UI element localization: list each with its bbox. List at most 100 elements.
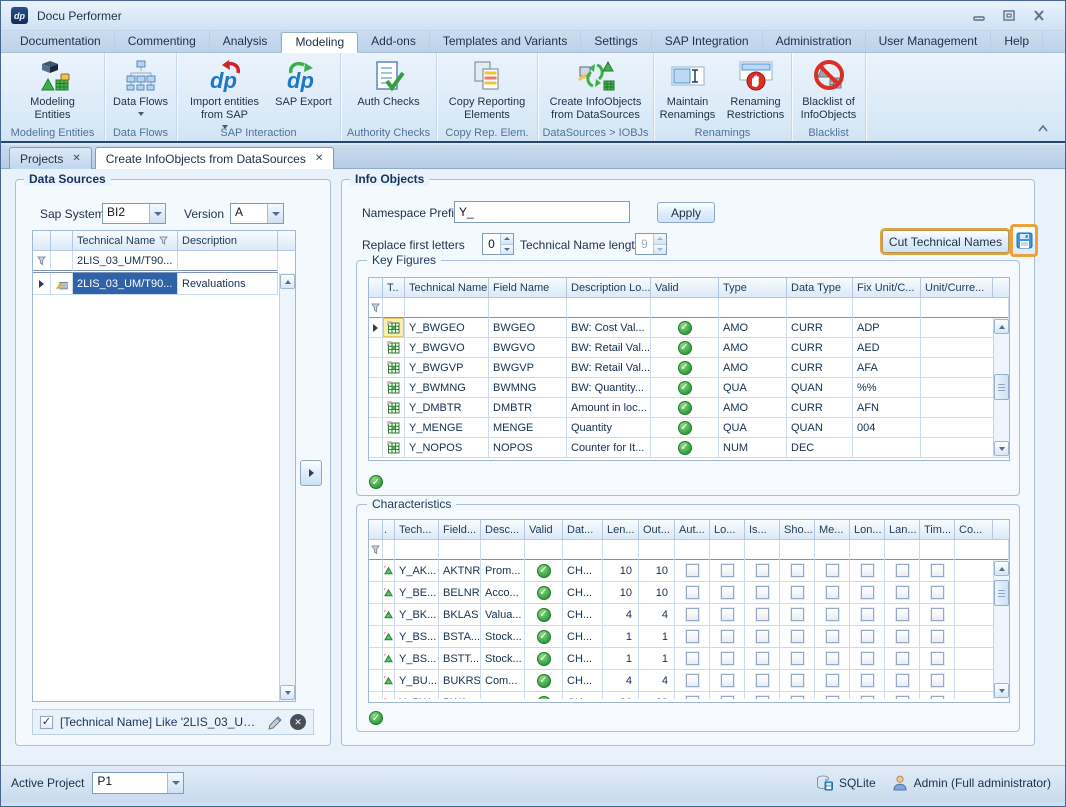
time-dependent-checkbox[interactable] bbox=[931, 696, 944, 699]
output-length-cell[interactable]: 10 bbox=[639, 582, 675, 604]
valid-cell[interactable] bbox=[525, 560, 563, 582]
save-button[interactable] bbox=[1010, 224, 1038, 257]
column-header[interactable]: Is... bbox=[745, 520, 780, 540]
data-type-cell[interactable]: CURR bbox=[787, 338, 853, 358]
field-name-cell[interactable]: BWGVO bbox=[489, 338, 567, 358]
column-header[interactable]: Type bbox=[719, 278, 787, 298]
menu-tab[interactable]: Commenting bbox=[115, 31, 210, 52]
chevron-down-icon[interactable] bbox=[149, 204, 165, 223]
authorization-checkbox[interactable] bbox=[686, 674, 699, 687]
medium-text-checkbox[interactable] bbox=[826, 586, 839, 599]
description-cell[interactable]: BW: Retail Val... bbox=[567, 358, 651, 378]
lowercase-checkbox[interactable] bbox=[721, 674, 734, 687]
scroll-up-button[interactable] bbox=[994, 561, 1009, 576]
description-cell[interactable]: Prom... bbox=[481, 560, 525, 582]
column-header-indicator[interactable] bbox=[33, 231, 51, 251]
field-name-cell[interactable]: BWA... bbox=[439, 692, 481, 699]
short-text-checkbox[interactable] bbox=[791, 652, 804, 665]
medium-text-checkbox[interactable] bbox=[826, 696, 839, 699]
short-text-checkbox[interactable] bbox=[791, 608, 804, 621]
menu-tab[interactable]: SAP Integration bbox=[652, 31, 763, 52]
blacklist-of-infoobjects-button[interactable]: Blacklist of InfoObjects bbox=[792, 57, 865, 123]
technical-name-cell[interactable]: Y_AK... bbox=[395, 560, 439, 582]
lowercase-checkbox[interactable] bbox=[721, 586, 734, 599]
time-dependent-checkbox[interactable] bbox=[931, 608, 944, 621]
field-name-cell[interactable]: BSTT... bbox=[439, 648, 481, 670]
technical-name-cell[interactable]: Y_BE... bbox=[395, 582, 439, 604]
field-name-cell[interactable]: BWGVP bbox=[489, 358, 567, 378]
output-length-cell[interactable]: 1 bbox=[639, 626, 675, 648]
is-checkbox[interactable] bbox=[756, 564, 769, 577]
sap-export-button[interactable]: dp SAP Export bbox=[270, 57, 338, 110]
medium-text-checkbox[interactable] bbox=[826, 630, 839, 643]
data-type-cell[interactable]: QUAN bbox=[787, 378, 853, 398]
technical-name-cell[interactable]: 2LIS_03_UM/T90... bbox=[73, 273, 178, 295]
time-dependent-checkbox[interactable] bbox=[931, 630, 944, 643]
fix-unit-cell[interactable] bbox=[853, 438, 921, 458]
edit-filter-pencil-icon[interactable] bbox=[268, 715, 283, 730]
scroll-down-button[interactable] bbox=[994, 441, 1009, 456]
field-name-cell[interactable]: DMBTR bbox=[489, 398, 567, 418]
field-name-cell[interactable]: BWMNG bbox=[489, 378, 567, 398]
length-cell[interactable]: 4 bbox=[603, 670, 639, 692]
data-source-row[interactable]: 2LIS_03_UM/T90... Revaluations bbox=[33, 273, 295, 295]
technical-name-length-stepper[interactable]: 9 bbox=[635, 233, 667, 255]
key-figure-row[interactable]: Y_BWGVO BWGVO BW: Retail Val... AMO CURR… bbox=[369, 338, 1009, 358]
column-header[interactable]: Tim... bbox=[920, 520, 955, 540]
import-entities-from-sap-button[interactable]: dp Import entities from SAP bbox=[180, 57, 270, 130]
replace-first-letters-stepper[interactable]: 0 bbox=[482, 233, 514, 255]
lowercase-checkbox[interactable] bbox=[721, 696, 734, 699]
scrollbar-thumb[interactable] bbox=[994, 374, 1009, 400]
menu-tab[interactable]: Modeling bbox=[281, 32, 358, 53]
data-type-cell[interactable]: CH... bbox=[563, 560, 603, 582]
authorization-checkbox[interactable] bbox=[686, 586, 699, 599]
data-sources-scrollbar[interactable] bbox=[279, 273, 295, 701]
is-checkbox[interactable] bbox=[756, 652, 769, 665]
data-type-cell[interactable]: QUAN bbox=[787, 418, 853, 438]
technical-name-cell[interactable]: Y_MENGE bbox=[405, 418, 489, 438]
description-cell[interactable] bbox=[481, 692, 525, 699]
language-checkbox[interactable] bbox=[896, 652, 909, 665]
column-header[interactable]: Len... bbox=[603, 520, 639, 540]
fix-unit-cell[interactable]: %% bbox=[853, 378, 921, 398]
description-filter-cell[interactable] bbox=[178, 251, 278, 273]
valid-cell[interactable] bbox=[651, 398, 719, 418]
stepper-up-icon[interactable] bbox=[654, 234, 666, 245]
characteristics-scrollbar[interactable] bbox=[993, 560, 1009, 699]
restore-button[interactable] bbox=[1003, 10, 1015, 21]
data-type-cell[interactable]: CH... bbox=[563, 582, 603, 604]
version-select[interactable]: A bbox=[230, 203, 284, 224]
key-figure-row[interactable]: Y_DMBTR DMBTR Amount in loc... AMO CURR … bbox=[369, 398, 1009, 418]
medium-text-checkbox[interactable] bbox=[826, 608, 839, 621]
long-text-checkbox[interactable] bbox=[861, 586, 874, 599]
description-cell[interactable]: Counter for It... bbox=[567, 438, 651, 458]
database-label[interactable]: SQLite bbox=[839, 776, 876, 790]
characteristic-row[interactable]: Y_BS... BSTT... Stock... CH... 1 1 bbox=[369, 648, 1009, 670]
scrollbar-thumb[interactable] bbox=[994, 580, 1009, 606]
column-header[interactable]: Lon... bbox=[850, 520, 885, 540]
authorization-checkbox[interactable] bbox=[686, 652, 699, 665]
is-checkbox[interactable] bbox=[756, 586, 769, 599]
length-cell[interactable]: 10 bbox=[603, 582, 639, 604]
valid-cell[interactable] bbox=[651, 318, 719, 338]
apply-button[interactable]: Apply bbox=[657, 202, 715, 223]
close-button[interactable] bbox=[1033, 10, 1045, 21]
filter-enabled-checkbox[interactable] bbox=[40, 716, 53, 729]
field-name-cell[interactable]: NOPOS bbox=[489, 438, 567, 458]
data-sources-filter-row[interactable]: 2LIS_03_UM/T90... bbox=[33, 251, 295, 273]
column-header[interactable]: Tech... bbox=[395, 520, 439, 540]
is-checkbox[interactable] bbox=[756, 696, 769, 699]
data-flows-button[interactable]: Data Flows bbox=[110, 57, 171, 117]
language-checkbox[interactable] bbox=[896, 630, 909, 643]
technical-name-cell[interactable]: Y_BW... bbox=[395, 692, 439, 699]
characteristic-row[interactable]: Y_AK... AKTNR Prom... CH... 10 10 bbox=[369, 560, 1009, 582]
column-header[interactable]: Unit/Curre... bbox=[921, 278, 993, 298]
long-text-checkbox[interactable] bbox=[861, 652, 874, 665]
output-length-cell[interactable]: 4 bbox=[639, 670, 675, 692]
scroll-down-button[interactable] bbox=[994, 683, 1009, 698]
output-length-cell[interactable]: 20 bbox=[639, 692, 675, 699]
output-length-cell[interactable]: 1 bbox=[639, 648, 675, 670]
description-cell[interactable]: BW: Retail Val... bbox=[567, 338, 651, 358]
column-header[interactable]: Dat... bbox=[563, 520, 603, 540]
minimize-button[interactable] bbox=[973, 11, 985, 21]
